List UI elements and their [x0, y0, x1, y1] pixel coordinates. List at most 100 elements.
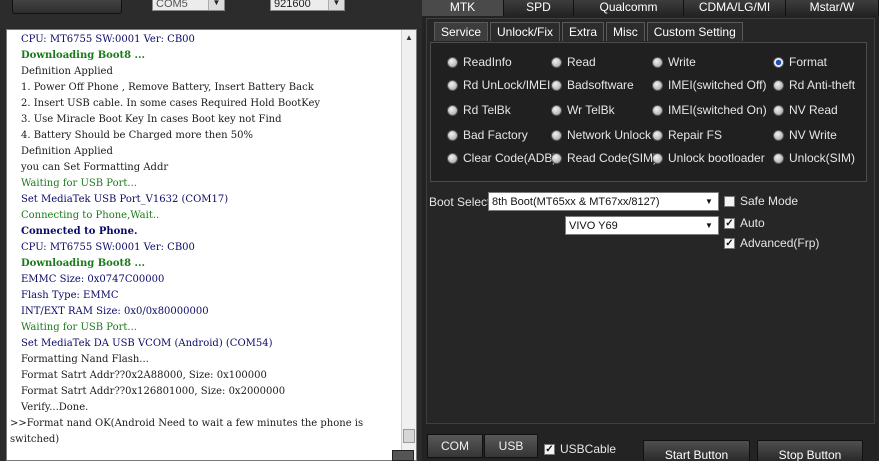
log-line: 3. Use Miracle Boot Key In cases Boot ke… [21, 114, 282, 125]
advanced-frp-checkbox[interactable]: ✓ Advanced(Frp) [724, 236, 819, 250]
safe-mode-checkbox[interactable]: Safe Mode [724, 194, 798, 208]
radio-read-code-sim[interactable]: Read Code(SIM) [551, 151, 657, 165]
stop-button[interactable]: Stop Button [757, 440, 863, 461]
tab-extra[interactable]: Extra [562, 22, 605, 41]
start-button[interactable]: Start Button [643, 440, 750, 461]
radio-icon[interactable] [773, 56, 784, 68]
checkbox-icon[interactable]: ✓ [724, 237, 735, 249]
top-action-button[interactable] [12, 0, 122, 14]
log-line: Connected to Phone. [21, 226, 138, 237]
radio-rd-telbk[interactable]: Rd TelBk [447, 103, 511, 117]
usb-cable-checkbox[interactable]: ✓ USBCable [544, 442, 616, 456]
checkbox-icon[interactable]: ✓ [724, 217, 735, 229]
usb-scan-button[interactable]: USB Scan [484, 434, 538, 458]
chevron-down-icon[interactable]: ▼ [208, 0, 224, 10]
tab-misc[interactable]: Misc [606, 22, 645, 41]
radio-nv-read[interactable]: NV Read [773, 103, 838, 117]
port-select[interactable]: COM5 ▼ [152, 0, 225, 11]
scroll-thumb[interactable] [403, 429, 415, 443]
log-panel[interactable]: CPU: MT6755 SW:0001 Ver: CB00 Downloading… [6, 29, 417, 461]
radio-icon[interactable] [652, 104, 663, 116]
radio-icon[interactable] [447, 129, 458, 141]
log-line: Format Satrt Addr??0x2A88000, Size: 0x10… [21, 370, 267, 381]
log-line: >>Format nand OK(Android Need to wait a … [10, 418, 364, 445]
main-tabs: MTK SPD Qualcomm CDMA/LG/MI Mstar/W [422, 0, 879, 16]
chevron-down-icon[interactable]: ▼ [328, 0, 344, 10]
tab-cdma-lg-mi[interactable]: CDMA/LG/MI [684, 0, 786, 16]
port-value: COM5 [156, 0, 188, 10]
tab-qualcomm[interactable]: Qualcomm [574, 0, 684, 16]
log-line: Waiting for USB Port... [21, 322, 137, 333]
log-text: CPU: MT6755 SW:0001 Ver: CB00 Downloading… [10, 32, 398, 448]
radio-network-unlock[interactable]: Network Unlock [551, 128, 651, 142]
radio-icon[interactable] [447, 152, 458, 164]
boot-select-label: Boot Select: [429, 195, 494, 209]
radio-imei-switched-off[interactable]: IMEI(switched Off) [652, 78, 766, 92]
radio-badsoftware[interactable]: Badsoftware [551, 78, 634, 92]
radio-imei-switched-on[interactable]: IMEI(switched On) [652, 103, 767, 117]
log-line: Set MediaTek USB Port_V1632 (COM17) [21, 194, 229, 205]
top-toolbar: COM5 ▼ 921600 ▼ [0, 0, 422, 28]
radio-icon[interactable] [551, 129, 562, 141]
radio-icon[interactable] [551, 79, 562, 91]
radio-icon[interactable] [551, 152, 562, 164]
radio-readinfo[interactable]: ReadInfo [447, 55, 512, 69]
tab-custom-setting[interactable]: Custom Setting [646, 22, 743, 41]
checkbox-icon[interactable]: ✓ [544, 443, 555, 455]
log-line: INT/EXT RAM Size: 0x0/0x80000000 [21, 306, 209, 317]
radio-repair-fs[interactable]: Repair FS [652, 128, 722, 142]
auto-checkbox[interactable]: ✓ Auto [724, 216, 765, 230]
radio-icon[interactable] [773, 152, 784, 164]
radio-icon[interactable] [773, 79, 784, 91]
radio-icon[interactable] [773, 104, 784, 116]
radio-icon[interactable] [551, 56, 562, 68]
chevron-down-icon[interactable]: ▼ [700, 193, 718, 210]
log-line: Downloading Boot8 ... [21, 258, 145, 269]
boot-select[interactable]: 8th Boot(MT65xx & MT67xx/8127) ▼ [488, 192, 719, 211]
log-line: CPU: MT6755 SW:0001 Ver: CB00 [21, 34, 195, 45]
resize-grip[interactable] [392, 450, 414, 461]
radio-wr-telbk[interactable]: Wr TelBk [551, 103, 615, 117]
radio-clear-code-adb[interactable]: Clear Code(ADB) [447, 151, 556, 165]
tab-service[interactable]: Service [434, 22, 489, 41]
boot-select-value: 8th Boot(MT65xx & MT67xx/8127) [492, 196, 660, 208]
baud-value: 921600 [274, 0, 311, 10]
log-scrollbar[interactable]: ▲ ▼ [401, 30, 416, 460]
log-line: Flash Type: EMMC [21, 290, 119, 301]
service-options: ReadInfo Read Write Format Rd UnLock/IME… [430, 42, 867, 182]
radio-rd-anti-theft[interactable]: Rd Anti-theft [773, 78, 855, 92]
radio-write[interactable]: Write [652, 55, 696, 69]
log-line: Verify...Done. [21, 402, 89, 413]
radio-bad-factory[interactable]: Bad Factory [447, 128, 528, 142]
model-select-value: VIVO Y69 [569, 220, 618, 232]
radio-icon[interactable] [652, 129, 663, 141]
log-line: Definition Applied [21, 146, 113, 157]
radio-icon[interactable] [652, 56, 663, 68]
checkbox-icon[interactable] [724, 195, 735, 207]
radio-rd-unlock-imei[interactable]: Rd UnLock/IMEI [447, 78, 550, 92]
scroll-up-icon[interactable]: ▲ [402, 30, 416, 45]
radio-icon[interactable] [652, 79, 663, 91]
radio-unlock-bootloader[interactable]: Unlock bootloader [652, 151, 765, 165]
radio-nv-write[interactable]: NV Write [773, 128, 837, 142]
log-line: you can Set Formatting Addr [21, 162, 169, 173]
radio-read[interactable]: Read [551, 55, 596, 69]
tab-mtk[interactable]: MTK [422, 0, 504, 16]
tab-unlock-fix[interactable]: Unlock/Fix [490, 22, 561, 41]
radio-format[interactable]: Format [773, 55, 827, 69]
log-line: Connecting to Phone,Wait.. [21, 210, 160, 221]
tab-spd[interactable]: SPD [504, 0, 574, 16]
radio-icon[interactable] [447, 104, 458, 116]
com-scan-button[interactable]: COM Scan [427, 434, 483, 458]
chevron-down-icon[interactable]: ▼ [700, 217, 718, 234]
tab-mstar-w[interactable]: Mstar/W [786, 0, 879, 16]
baud-select[interactable]: 921600 ▼ [270, 0, 345, 11]
log-line: 2. Insert USB cable. In some cases Requi… [21, 98, 321, 109]
radio-icon[interactable] [773, 129, 784, 141]
model-select[interactable]: VIVO Y69 ▼ [565, 216, 719, 235]
radio-icon[interactable] [551, 104, 562, 116]
radio-icon[interactable] [652, 152, 663, 164]
radio-icon[interactable] [447, 56, 458, 68]
radio-icon[interactable] [447, 79, 458, 91]
radio-unlock-sim[interactable]: Unlock(SIM) [773, 151, 855, 165]
